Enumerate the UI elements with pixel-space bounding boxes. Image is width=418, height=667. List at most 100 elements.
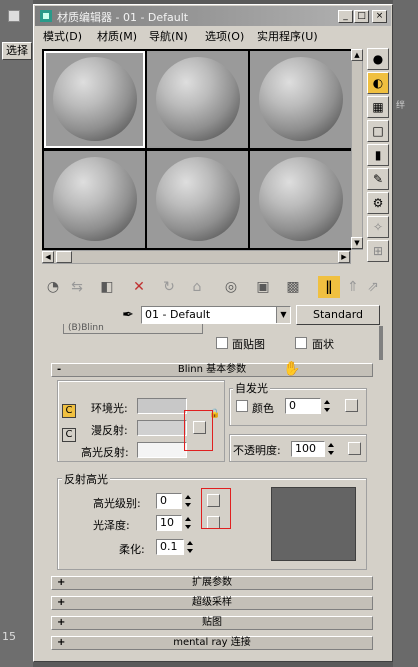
minimize-button[interactable]: _ bbox=[338, 10, 353, 23]
put-to-scene-icon[interactable]: ⇆ bbox=[66, 276, 88, 298]
sample-slot-5[interactable] bbox=[147, 151, 248, 248]
sample-tools-sidebar: ● ◐ ▦ □ ▮ ✎ ⚙ ✧ ⊞ bbox=[367, 48, 391, 268]
faceted-label: 面状 bbox=[312, 338, 334, 351]
self-illum-color-label: 颜色 bbox=[252, 402, 274, 415]
shader-dropdown[interactable]: (B)Blinn bbox=[63, 324, 203, 334]
material-sphere bbox=[156, 57, 240, 141]
backlight-icon[interactable]: ◐ bbox=[367, 72, 389, 94]
rollout-expand-sign: + bbox=[57, 617, 66, 628]
rollout-extended-parameters[interactable]: + 扩展参数 bbox=[51, 576, 373, 590]
highlight-curve-preview bbox=[271, 487, 356, 561]
specular-label: 高光反射: bbox=[81, 446, 129, 459]
diffuse-color-swatch[interactable] bbox=[137, 420, 187, 436]
rollout-collapse-sign: - bbox=[57, 364, 62, 375]
material-sphere bbox=[53, 157, 137, 241]
rollout-blinn-basic[interactable]: - Blinn 基本参数 bbox=[51, 363, 373, 377]
rollout-mental-ray-connection[interactable]: + mental ray 连接 bbox=[51, 636, 373, 650]
material-editor-icon bbox=[39, 9, 53, 23]
face-map-label: 面贴图 bbox=[232, 338, 265, 351]
eyedropper-icon[interactable]: ✒ bbox=[118, 305, 138, 325]
face-map-checkbox[interactable] bbox=[216, 337, 228, 349]
self-illum-color-checkbox[interactable] bbox=[236, 400, 248, 412]
specular-color-swatch[interactable] bbox=[137, 442, 187, 458]
background-right-text: 绊 bbox=[396, 101, 406, 111]
self-illumination-label: 自发光 bbox=[233, 380, 270, 396]
slots-horizontal-scrollbar[interactable]: ◀ ▶ bbox=[42, 250, 351, 264]
material-effects-channel-icon[interactable]: ◎ bbox=[220, 276, 242, 298]
specular-level-field[interactable]: 0 bbox=[156, 493, 182, 509]
specular-level-label: 高光级别: bbox=[93, 497, 141, 510]
material-map-navigator-icon[interactable]: ⊞ bbox=[367, 240, 389, 262]
soften-spinner[interactable] bbox=[185, 539, 195, 555]
make-unique-icon[interactable]: ↻ bbox=[158, 276, 180, 298]
self-illum-map-button[interactable] bbox=[345, 399, 358, 412]
rollout-supersampling[interactable]: + 超级采样 bbox=[51, 596, 373, 610]
scroll-right-icon[interactable]: ▶ bbox=[338, 251, 350, 263]
sample-type-sphere-icon[interactable]: ● bbox=[367, 48, 389, 70]
sample-uv-tiling-icon[interactable]: □ bbox=[367, 120, 389, 142]
panel-scrollbar[interactable] bbox=[379, 326, 383, 360]
show-end-result-icon[interactable]: ▩ bbox=[282, 276, 304, 298]
sample-slot-1[interactable] bbox=[44, 51, 145, 148]
rollout-title: mental ray 连接 bbox=[173, 637, 251, 648]
menu-utilities[interactable]: 实用程序(U) bbox=[257, 28, 318, 44]
menu-navigation[interactable]: 导航(N) bbox=[149, 28, 188, 44]
sample-slot-2[interactable] bbox=[147, 51, 248, 148]
material-type-button[interactable]: Standard bbox=[296, 305, 380, 325]
select-by-material-icon[interactable]: ✧ bbox=[367, 216, 389, 238]
soften-label: 柔化: bbox=[119, 543, 145, 556]
maximize-button[interactable]: □ bbox=[354, 10, 369, 23]
material-sphere bbox=[53, 57, 137, 141]
self-illum-spinner[interactable] bbox=[322, 398, 332, 414]
sample-slot-6[interactable] bbox=[250, 151, 351, 248]
put-to-library-icon[interactable]: ⌂ bbox=[186, 276, 208, 298]
highlight-annotation-box bbox=[184, 410, 213, 451]
menu-options[interactable]: 选项(O) bbox=[205, 28, 244, 44]
glossiness-field[interactable]: 10 bbox=[156, 515, 182, 531]
assign-to-selection-icon[interactable]: ◧ bbox=[96, 276, 118, 298]
options-icon[interactable]: ⚙ bbox=[367, 192, 389, 214]
material-sphere bbox=[259, 57, 343, 141]
material-name-field[interactable]: 01 - Default ▼ bbox=[141, 306, 291, 324]
scroll-thumb[interactable] bbox=[56, 251, 72, 263]
close-button[interactable]: × bbox=[372, 10, 387, 23]
pick-from-object-icon[interactable]: ⇗ bbox=[362, 276, 384, 298]
opacity-label: 不透明度: bbox=[233, 444, 281, 457]
soften-field[interactable]: 0.1 bbox=[156, 539, 184, 555]
self-illum-value-field[interactable]: 0 bbox=[285, 398, 321, 414]
menu-modes[interactable]: 模式(D) bbox=[43, 28, 82, 44]
scroll-up-icon[interactable]: ▲ bbox=[351, 49, 363, 61]
select-button[interactable]: 选择 bbox=[2, 42, 32, 60]
go-to-parent-icon[interactable]: ǁ bbox=[318, 276, 340, 298]
make-preview-icon[interactable]: ✎ bbox=[367, 168, 389, 190]
menu-material[interactable]: 材质(M) bbox=[97, 28, 137, 44]
hand-cursor-icon: ✋ bbox=[283, 361, 301, 377]
chevron-down-icon[interactable]: ▼ bbox=[276, 307, 290, 323]
scroll-left-icon[interactable]: ◀ bbox=[42, 251, 54, 263]
ambient-color-swatch[interactable] bbox=[137, 398, 187, 414]
material-sphere bbox=[156, 157, 240, 241]
shader-value: (B)Blinn bbox=[68, 323, 104, 333]
specular-level-spinner[interactable] bbox=[183, 493, 193, 509]
sample-slot-4[interactable] bbox=[44, 151, 145, 248]
glossiness-spinner[interactable] bbox=[183, 515, 193, 531]
get-material-icon[interactable]: ◔ bbox=[42, 276, 64, 298]
rollout-maps[interactable]: + 贴图 bbox=[51, 616, 373, 630]
ambient-label: 环境光: bbox=[91, 402, 128, 415]
title-bar[interactable]: 材质编辑器 - 01 - Default _ □ × bbox=[35, 6, 391, 26]
sample-slot-3[interactable] bbox=[250, 51, 351, 148]
material-toolbar: ◔ ⇆ ◧ ✕ ↻ ⌂ ◎ ▣ ▩ ǁ ⇑ ⇗ bbox=[42, 276, 382, 302]
slots-vertical-scrollbar[interactable]: ▲ ▼ bbox=[351, 49, 363, 250]
reset-map-icon[interactable]: ✕ bbox=[128, 276, 150, 298]
opacity-spinner[interactable] bbox=[326, 441, 336, 457]
material-name: 01 - Default bbox=[145, 308, 211, 321]
app-icon bbox=[8, 10, 20, 22]
faceted-checkbox[interactable] bbox=[295, 337, 307, 349]
opacity-value-field[interactable]: 100 bbox=[291, 441, 325, 457]
opacity-map-button[interactable] bbox=[348, 442, 361, 455]
video-color-check-icon[interactable]: ▮ bbox=[367, 144, 389, 166]
show-map-in-viewport-icon[interactable]: ▣ bbox=[252, 276, 274, 298]
background-checker-icon[interactable]: ▦ bbox=[367, 96, 389, 118]
go-forward-sibling-icon[interactable]: ⇑ bbox=[342, 276, 364, 298]
scroll-down-icon[interactable]: ▼ bbox=[351, 237, 363, 249]
